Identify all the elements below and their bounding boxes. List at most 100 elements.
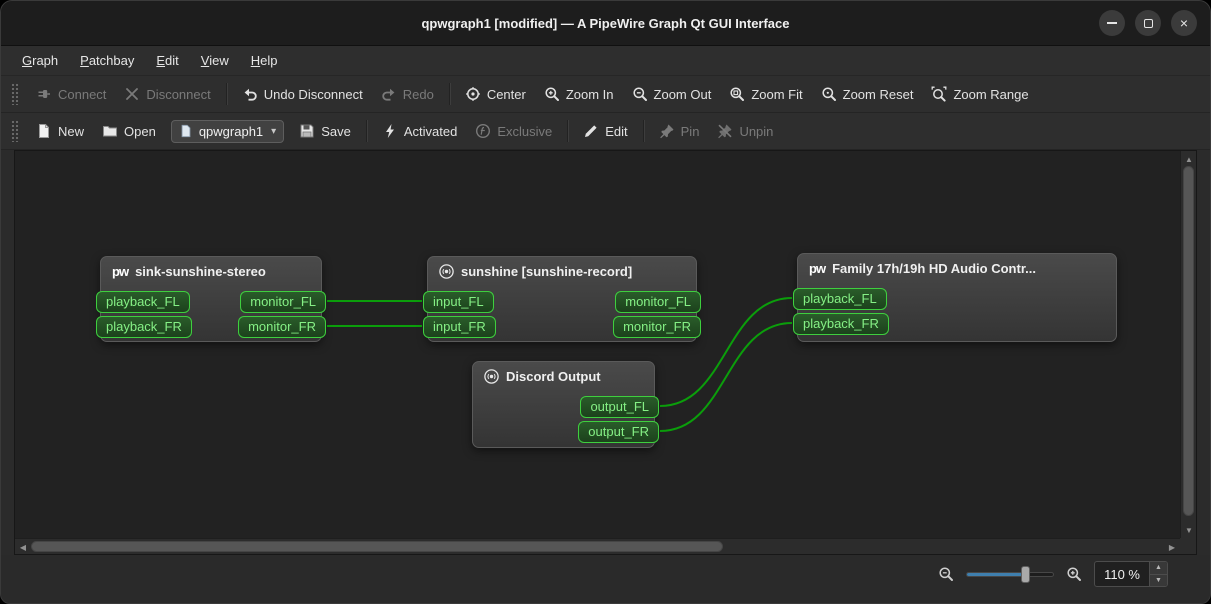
patchbay-profile-value: qpwgraph1 (198, 123, 264, 139)
activated-bolt-icon (382, 123, 398, 139)
toolbar-separator (365, 120, 367, 142)
zoom-slider-handle[interactable] (1021, 565, 1031, 583)
maximize-button[interactable] (1135, 10, 1161, 36)
zoom-in-button[interactable]: Zoom In (535, 81, 623, 107)
toolbar-separator (642, 120, 644, 142)
open-button[interactable]: Open (93, 118, 165, 144)
connect-icon (36, 86, 52, 102)
undo-icon (242, 86, 258, 102)
save-button[interactable]: Save (290, 118, 360, 144)
save-icon (299, 123, 315, 139)
unpin-button[interactable]: Unpin (708, 118, 782, 144)
zoom-range-button[interactable]: Zoom Range (922, 81, 1037, 107)
node-title: Discord Output (506, 369, 601, 384)
activated-toggle[interactable]: Activated (373, 118, 466, 144)
vertical-scrollbar-thumb[interactable] (1183, 166, 1194, 516)
audio-device-icon (439, 264, 454, 279)
horizontal-scrollbar[interactable]: ◀ ▶ (15, 538, 1180, 554)
toolbar-drag-handle[interactable] (11, 120, 19, 142)
spin-down-icon[interactable]: ▼ (1150, 573, 1167, 586)
zoom-in-icon[interactable] (1066, 566, 1082, 582)
pipewire-icon: pw (112, 264, 129, 279)
redo-icon (381, 86, 397, 102)
edit-pencil-icon (583, 123, 599, 139)
titlebar[interactable]: qpwgraph1 [modified] — A PipeWire Graph … (1, 1, 1210, 46)
port-monitor-fl[interactable]: monitor_FL (240, 291, 326, 313)
port-input-fl[interactable]: input_FL (423, 291, 494, 313)
redo-button[interactable]: Redo (372, 81, 443, 107)
scroll-up-icon[interactable]: ▲ (1181, 151, 1197, 167)
port-monitor-fr[interactable]: monitor_FR (238, 316, 326, 338)
new-button[interactable]: New (27, 118, 93, 144)
horizontal-scrollbar-thumb[interactable] (31, 541, 723, 552)
menu-view[interactable]: View (190, 49, 240, 72)
exclusive-toggle[interactable]: Exclusive (466, 118, 561, 144)
scrollbar-corner (1180, 538, 1196, 554)
menu-graph[interactable]: Graph (11, 49, 69, 72)
pin-icon (659, 123, 675, 139)
port-playback-fl[interactable]: playback_FL (793, 288, 887, 310)
connection-layer (326, 297, 793, 432)
scroll-down-icon[interactable]: ▼ (1181, 522, 1197, 538)
zoom-reset-icon (821, 86, 837, 102)
zoom-value[interactable]: 110 % (1095, 562, 1149, 586)
zoom-fit-icon (729, 86, 745, 102)
node-title: sink-sunshine-stereo (135, 264, 266, 279)
menubar: Graph Patchbay Edit View Help (1, 46, 1210, 76)
spin-up-icon[interactable]: ▲ (1150, 562, 1167, 574)
patchbay-profile-combo[interactable]: qpwgraph1 ▾ (170, 119, 285, 143)
open-folder-icon (102, 123, 118, 139)
scroll-right-icon[interactable]: ▶ (1164, 539, 1180, 555)
maximize-icon (1143, 18, 1153, 28)
pin-button[interactable]: Pin (650, 118, 709, 144)
menu-help[interactable]: Help (240, 49, 289, 72)
edit-button[interactable]: Edit (574, 118, 636, 144)
zoom-in-icon (544, 86, 560, 102)
port-output-fl[interactable]: output_FL (580, 396, 659, 418)
window-title: qpwgraph1 [modified] — A PipeWire Graph … (421, 15, 790, 31)
undo-disconnect-button[interactable]: Undo Disconnect (233, 81, 372, 107)
node-sunshine-record[interactable]: sunshine [sunshine-record] input_FL inpu… (423, 256, 701, 342)
app-window: qpwgraph1 [modified] — A PipeWire Graph … (0, 0, 1211, 604)
disconnect-button[interactable]: Disconnect (115, 81, 219, 107)
center-icon (465, 86, 481, 102)
toolbar-separator (448, 83, 450, 105)
port-monitor-fr[interactable]: monitor_FR (613, 316, 701, 338)
zoom-slider-fill (967, 572, 1026, 576)
node-sink-sunshine-stereo[interactable]: pw sink-sunshine-stereo playback_FL play… (96, 256, 326, 342)
port-playback-fr[interactable]: playback_FR (96, 316, 192, 338)
port-input-fr[interactable]: input_FR (423, 316, 496, 338)
menu-patchbay[interactable]: Patchbay (69, 49, 145, 72)
port-playback-fl[interactable]: playback_FL (96, 291, 190, 313)
window-controls: × (1099, 1, 1197, 45)
exclusive-icon (475, 123, 491, 139)
node-discord-output[interactable]: Discord Output output_FL output_FR (472, 361, 659, 448)
unpin-icon (717, 123, 733, 139)
zoom-spinbox[interactable]: 110 % ▲ ▼ (1094, 561, 1168, 587)
port-output-fr[interactable]: output_FR (578, 421, 659, 443)
zoom-out-button[interactable]: Zoom Out (623, 81, 721, 107)
node-family-hd-audio[interactable]: pw Family 17h/19h HD Audio Contr... play… (793, 253, 1117, 342)
minimize-button[interactable] (1099, 10, 1125, 36)
vertical-scrollbar[interactable]: ▲ ▼ (1180, 151, 1196, 538)
zoom-reset-button[interactable]: Zoom Reset (812, 81, 923, 107)
toolbar-drag-handle[interactable] (11, 83, 19, 105)
patchbay-file-icon (179, 124, 193, 138)
close-icon: × (1179, 15, 1189, 31)
disconnect-icon (124, 86, 140, 102)
minimize-icon (1107, 22, 1117, 24)
port-monitor-fl[interactable]: monitor_FL (615, 291, 701, 313)
statusbar: 110 % ▲ ▼ (1, 555, 1210, 603)
connect-button[interactable]: Connect (27, 81, 115, 107)
node-title: sunshine [sunshine-record] (461, 264, 633, 279)
close-button[interactable]: × (1171, 10, 1197, 36)
zoom-out-icon[interactable] (938, 566, 954, 582)
zoom-slider[interactable] (966, 565, 1055, 583)
zoom-fit-button[interactable]: Zoom Fit (720, 81, 811, 107)
node-title: Family 17h/19h HD Audio Contr... (832, 261, 1036, 276)
center-button[interactable]: Center (456, 81, 535, 107)
scroll-left-icon[interactable]: ◀ (15, 539, 31, 555)
port-playback-fr[interactable]: playback_FR (793, 313, 889, 335)
menu-edit[interactable]: Edit (145, 49, 189, 72)
graph-canvas[interactable]: pw sink-sunshine-stereo playback_FL play… (14, 150, 1197, 555)
